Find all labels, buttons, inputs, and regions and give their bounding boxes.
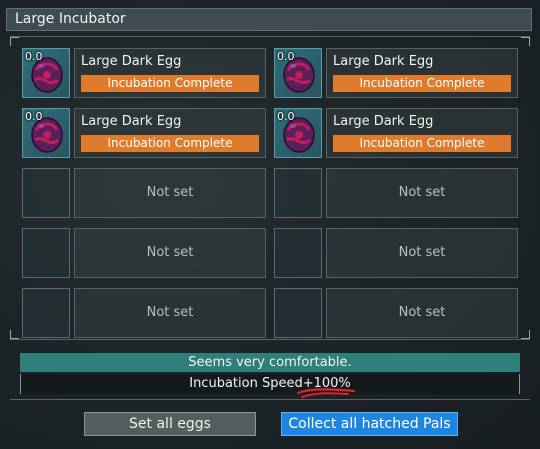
slot-speed-value: 0.0: [277, 110, 295, 123]
egg-name: Large Dark Egg: [333, 114, 434, 129]
divider: [10, 399, 530, 400]
slot-speed-value: 0.0: [25, 110, 43, 123]
panel-corner: [521, 37, 530, 46]
egg-icon-box[interactable]: 0.0: [22, 108, 70, 158]
egg-slot[interactable]: Not set: [22, 288, 266, 338]
egg-info-box[interactable]: Not set: [74, 168, 266, 218]
incubation-status-badge: Incubation Complete: [81, 135, 259, 152]
empty-slot-box[interactable]: [22, 228, 70, 278]
egg-info-box[interactable]: Not set: [74, 288, 266, 338]
not-set-label: Not set: [146, 305, 194, 320]
egg-icon-box[interactable]: 0.0: [274, 48, 322, 98]
red-underline-annotation: [296, 388, 356, 398]
egg-name: Large Dark Egg: [333, 54, 434, 69]
egg-slot[interactable]: 0.0 Large Dark Egg Incubation Complete: [22, 108, 266, 158]
egg-slot[interactable]: Not set: [274, 288, 518, 338]
egg-info-box[interactable]: Not set: [326, 288, 518, 338]
egg-info-box[interactable]: Large Dark Egg Incubation Complete: [326, 48, 518, 98]
not-set-label: Not set: [398, 305, 446, 320]
panel-corner: [521, 330, 530, 339]
egg-icon-box[interactable]: 0.0: [274, 108, 322, 158]
not-set-label: Not set: [146, 185, 194, 200]
not-set-label: Not set: [398, 185, 446, 200]
slot-speed-value: 0.0: [25, 50, 43, 63]
slot-speed-value: 0.0: [277, 50, 295, 63]
empty-slot-box[interactable]: [274, 168, 322, 218]
egg-slot[interactable]: 0.0 Large Dark Egg Incubation Complete: [274, 48, 518, 98]
egg-slot[interactable]: Not set: [274, 228, 518, 278]
panel-corner: [10, 330, 19, 339]
empty-slot-box[interactable]: [274, 288, 322, 338]
egg-slot[interactable]: 0.0 Large Dark Egg Incubation Complete: [274, 108, 518, 158]
collect-all-hatched-pals-button[interactable]: Collect all hatched Pals: [281, 412, 458, 436]
not-set-label: Not set: [146, 245, 194, 260]
egg-info-box[interactable]: Not set: [326, 168, 518, 218]
window-title: Large Incubator: [15, 11, 126, 27]
incubation-status-badge: Incubation Complete: [81, 75, 259, 92]
egg-info-box[interactable]: Large Dark Egg Incubation Complete: [74, 48, 266, 98]
egg-icon-box[interactable]: 0.0: [22, 48, 70, 98]
egg-info-box[interactable]: Not set: [326, 228, 518, 278]
empty-slot-box[interactable]: [22, 168, 70, 218]
egg-info-box[interactable]: Large Dark Egg Incubation Complete: [326, 108, 518, 158]
egg-name: Large Dark Egg: [81, 54, 182, 69]
egg-slot[interactable]: Not set: [274, 168, 518, 218]
set-all-eggs-button[interactable]: Set all eggs: [84, 412, 256, 436]
egg-slot[interactable]: Not set: [22, 168, 266, 218]
incubation-speed-status: Incubation Speed+100%: [20, 374, 520, 394]
comfort-status: Seems very comfortable.: [20, 353, 520, 372]
empty-slot-box[interactable]: [274, 228, 322, 278]
panel-corner: [10, 37, 19, 46]
egg-info-box[interactable]: Not set: [74, 228, 266, 278]
incubation-status-badge: Incubation Complete: [333, 75, 511, 92]
egg-slot[interactable]: 0.0 Large Dark Egg Incubation Complete: [22, 48, 266, 98]
egg-name: Large Dark Egg: [81, 114, 182, 129]
incubation-status-badge: Incubation Complete: [333, 135, 511, 152]
not-set-label: Not set: [398, 245, 446, 260]
egg-slot[interactable]: Not set: [22, 228, 266, 278]
empty-slot-box[interactable]: [22, 288, 70, 338]
window-title-bar: Large Incubator: [6, 8, 532, 31]
egg-info-box[interactable]: Large Dark Egg Incubation Complete: [74, 108, 266, 158]
